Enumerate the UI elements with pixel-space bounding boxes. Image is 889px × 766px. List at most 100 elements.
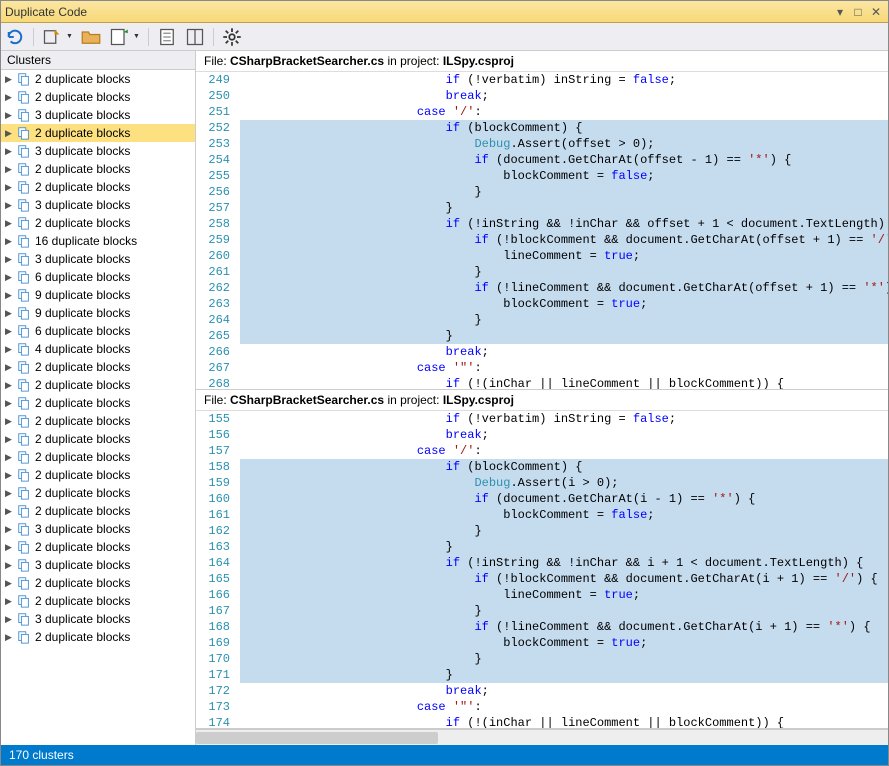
- code-line[interactable]: 263 blockComment = true;: [196, 296, 888, 312]
- expand-icon[interactable]: ▶: [5, 110, 15, 121]
- code-body-top[interactable]: 249 if (!verbatim) inString = false;250 …: [196, 72, 888, 389]
- expand-icon[interactable]: ▶: [5, 380, 15, 391]
- expand-icon[interactable]: ▶: [5, 398, 15, 409]
- cluster-item[interactable]: ▶3 duplicate blocks: [1, 556, 195, 574]
- cluster-list[interactable]: ▶2 duplicate blocks▶2 duplicate blocks▶3…: [1, 70, 195, 745]
- export-button[interactable]: [42, 27, 62, 47]
- expand-icon[interactable]: ▶: [5, 506, 15, 517]
- cluster-item[interactable]: ▶6 duplicate blocks: [1, 322, 195, 340]
- code-line[interactable]: 266 break;: [196, 344, 888, 360]
- code-line[interactable]: 173 case '"':: [196, 699, 888, 715]
- code-line[interactable]: 252 if (blockComment) {: [196, 120, 888, 136]
- chevron-down-icon[interactable]: ▼: [66, 33, 73, 40]
- code-line[interactable]: 166 lineComment = true;: [196, 587, 888, 603]
- expand-icon[interactable]: ▶: [5, 308, 15, 319]
- cluster-item[interactable]: ▶2 duplicate blocks: [1, 502, 195, 520]
- code-line[interactable]: 253 Debug.Assert(offset > 0);: [196, 136, 888, 152]
- expand-icon[interactable]: ▶: [5, 362, 15, 373]
- expand-icon[interactable]: ▶: [5, 344, 15, 355]
- expand-icon[interactable]: ▶: [5, 200, 15, 211]
- cluster-item[interactable]: ▶2 duplicate blocks: [1, 448, 195, 466]
- code-line[interactable]: 260 lineComment = true;: [196, 248, 888, 264]
- expand-icon[interactable]: ▶: [5, 290, 15, 301]
- expand-icon[interactable]: ▶: [5, 254, 15, 265]
- cluster-item[interactable]: ▶2 duplicate blocks: [1, 592, 195, 610]
- code-line[interactable]: 171 }: [196, 667, 888, 683]
- chevron-down-icon[interactable]: ▼: [133, 33, 140, 40]
- code-line[interactable]: 162 }: [196, 523, 888, 539]
- cluster-item[interactable]: ▶4 duplicate blocks: [1, 340, 195, 358]
- cluster-item[interactable]: ▶2 duplicate blocks: [1, 430, 195, 448]
- cluster-item[interactable]: ▶2 duplicate blocks: [1, 412, 195, 430]
- code-line[interactable]: 254 if (document.GetCharAt(offset - 1) =…: [196, 152, 888, 168]
- cluster-item[interactable]: ▶2 duplicate blocks: [1, 628, 195, 646]
- cluster-item[interactable]: ▶3 duplicate blocks: [1, 250, 195, 268]
- expand-icon[interactable]: ▶: [5, 416, 15, 427]
- code-line[interactable]: 257 }: [196, 200, 888, 216]
- expand-icon[interactable]: ▶: [5, 632, 15, 643]
- cluster-item[interactable]: ▶6 duplicate blocks: [1, 268, 195, 286]
- expand-icon[interactable]: ▶: [5, 434, 15, 445]
- code-line[interactable]: 155 if (!verbatim) inString = false;: [196, 411, 888, 427]
- code-body-bottom[interactable]: 155 if (!verbatim) inString = false;156 …: [196, 411, 888, 728]
- cluster-item[interactable]: ▶2 duplicate blocks: [1, 466, 195, 484]
- save-button[interactable]: [109, 27, 129, 47]
- code-line[interactable]: 265 }: [196, 328, 888, 344]
- cluster-item[interactable]: ▶16 duplicate blocks: [1, 232, 195, 250]
- cluster-item[interactable]: ▶2 duplicate blocks: [1, 394, 195, 412]
- expand-icon[interactable]: ▶: [5, 182, 15, 193]
- code-line[interactable]: 170 }: [196, 651, 888, 667]
- expand-icon[interactable]: ▶: [5, 578, 15, 589]
- expand-icon[interactable]: ▶: [5, 92, 15, 103]
- code-line[interactable]: 255 blockComment = false;: [196, 168, 888, 184]
- cluster-item[interactable]: ▶2 duplicate blocks: [1, 214, 195, 232]
- cluster-item[interactable]: ▶3 duplicate blocks: [1, 520, 195, 538]
- code-line[interactable]: 249 if (!verbatim) inString = false;: [196, 72, 888, 88]
- code-line[interactable]: 268 if (!(inChar || lineComment || block…: [196, 376, 888, 389]
- code-line[interactable]: 251 case '/':: [196, 104, 888, 120]
- code-line[interactable]: 261 }: [196, 264, 888, 280]
- code-line[interactable]: 250 break;: [196, 88, 888, 104]
- code-line[interactable]: 258 if (!inString && !inChar && offset +…: [196, 216, 888, 232]
- code-line[interactable]: 262 if (!lineComment && document.GetChar…: [196, 280, 888, 296]
- code-line[interactable]: 160 if (document.GetCharAt(i - 1) == '*'…: [196, 491, 888, 507]
- cluster-item[interactable]: ▶3 duplicate blocks: [1, 142, 195, 160]
- expand-icon[interactable]: ▶: [5, 596, 15, 607]
- code-line[interactable]: 157 case '/':: [196, 443, 888, 459]
- close-icon[interactable]: ✕: [868, 5, 884, 19]
- open-folder-button[interactable]: [81, 27, 101, 47]
- cluster-item[interactable]: ▶9 duplicate blocks: [1, 304, 195, 322]
- expand-icon[interactable]: ▶: [5, 542, 15, 553]
- expand-icon[interactable]: ▶: [5, 488, 15, 499]
- code-line[interactable]: 256 }: [196, 184, 888, 200]
- code-line[interactable]: 259 if (!blockComment && document.GetCha…: [196, 232, 888, 248]
- horizontal-scrollbar[interactable]: [196, 729, 888, 745]
- cluster-item[interactable]: ▶3 duplicate blocks: [1, 610, 195, 628]
- refresh-button[interactable]: [5, 27, 25, 47]
- cluster-item[interactable]: ▶2 duplicate blocks: [1, 358, 195, 376]
- expand-icon[interactable]: ▶: [5, 146, 15, 157]
- expand-icon[interactable]: ▶: [5, 326, 15, 337]
- code-line[interactable]: 172 break;: [196, 683, 888, 699]
- code-line[interactable]: 163 }: [196, 539, 888, 555]
- document-button[interactable]: [157, 27, 177, 47]
- expand-icon[interactable]: ▶: [5, 218, 15, 229]
- cluster-item[interactable]: ▶9 duplicate blocks: [1, 286, 195, 304]
- cluster-item[interactable]: ▶2 duplicate blocks: [1, 178, 195, 196]
- cluster-item[interactable]: ▶2 duplicate blocks: [1, 376, 195, 394]
- expand-icon[interactable]: ▶: [5, 614, 15, 625]
- expand-icon[interactable]: ▶: [5, 164, 15, 175]
- code-line[interactable]: 168 if (!lineComment && document.GetChar…: [196, 619, 888, 635]
- code-line[interactable]: 169 blockComment = true;: [196, 635, 888, 651]
- split-view-button[interactable]: [185, 27, 205, 47]
- code-line[interactable]: 164 if (!inString && !inChar && i + 1 < …: [196, 555, 888, 571]
- code-line[interactable]: 165 if (!blockComment && document.GetCha…: [196, 571, 888, 587]
- code-line[interactable]: 158 if (blockComment) {: [196, 459, 888, 475]
- code-line[interactable]: 159 Debug.Assert(i > 0);: [196, 475, 888, 491]
- code-line[interactable]: 161 blockComment = false;: [196, 507, 888, 523]
- cluster-item[interactable]: ▶2 duplicate blocks: [1, 538, 195, 556]
- expand-icon[interactable]: ▶: [5, 524, 15, 535]
- cluster-item[interactable]: ▶2 duplicate blocks: [1, 124, 195, 142]
- expand-icon[interactable]: ▶: [5, 272, 15, 283]
- dropdown-icon[interactable]: ▾: [832, 5, 848, 19]
